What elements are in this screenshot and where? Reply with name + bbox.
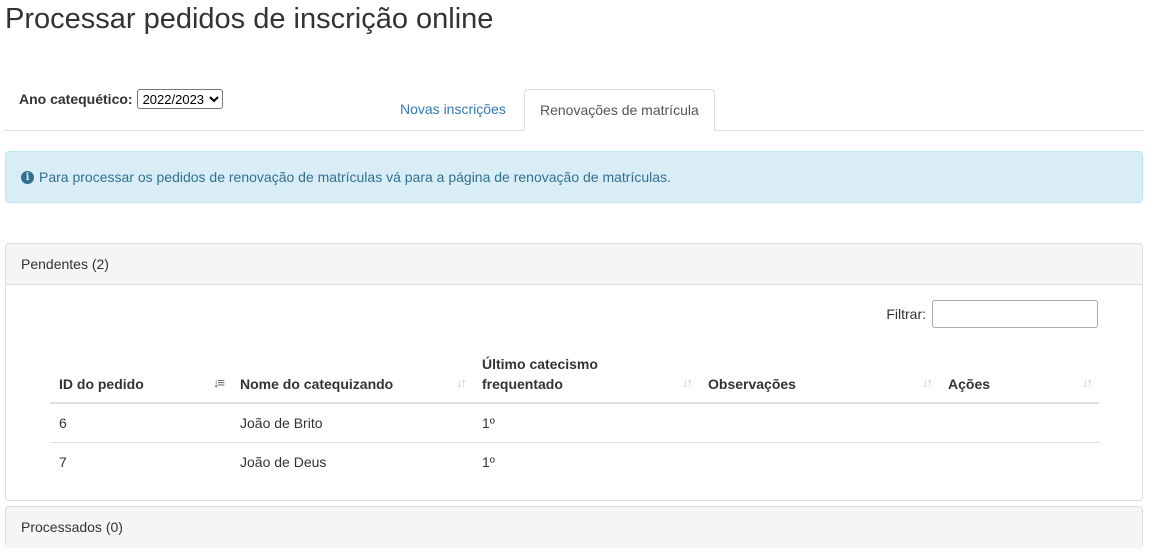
year-label: Ano catequético: [19,91,133,107]
processed-panel: Processados (0) [5,506,1143,548]
table-header-row: ID do pedido ↓≡ Nome do catequizando ↓↑ Úl… [50,346,1099,404]
pending-panel-heading[interactable]: Pendentes (2) [6,244,1142,285]
cell-id: 7 [50,442,231,481]
page-title: Processar pedidos de inscrição online [5,3,494,35]
cell-catechism: 1º [473,442,699,481]
column-header-id[interactable]: ID do pedido ↓≡ [50,346,231,404]
cell-notes [699,442,939,481]
table-row: 6 João de Brito 1º [50,403,1099,443]
sort-asc-icon: ↓≡ [212,375,225,390]
info-circle-icon: i [21,170,34,184]
sort-icon: ↓↑ [456,375,467,390]
cell-catechism: 1º [482,415,495,431]
tab-new-enrollments[interactable]: Novas inscrições [385,89,522,130]
cell-notes [699,403,939,443]
column-header-actions[interactable]: Ações ↓↑ [939,346,1099,404]
sort-icon: ↓↑ [922,375,933,390]
alert-text: Para processar os pedidos de renovação d… [39,169,671,185]
sort-icon: ↓↑ [682,375,693,390]
cell-name: João de Deus [231,442,473,481]
processed-panel-heading[interactable]: Processados (0) [6,507,1142,548]
column-header-catechism[interactable]: Último catecismo frequentado ↓↑ [473,346,699,404]
pending-table: ID do pedido ↓≡ Nome do catequizando ↓↑ Úl… [50,346,1099,481]
cell-actions [939,442,1099,481]
sort-icon: ↓↑ [1082,375,1093,390]
year-select[interactable]: 2022/2023 [136,89,223,109]
filter-group: Filtrar: [886,300,1098,328]
filter-label: Filtrar: [886,306,926,322]
filter-input[interactable] [932,300,1098,328]
info-alert: i Para processar os pedidos de renovação… [5,151,1143,203]
column-header-notes[interactable]: Observações ↓↑ [699,346,939,404]
table-row: 7 João de Deus 1º [50,442,1099,481]
tab-enrollment-renewals[interactable]: Renovações de matrícula [524,89,715,131]
cell-id: 6 [59,415,67,431]
pending-panel: Pendentes (2) Filtrar: ID do pedido ↓≡ No… [5,243,1143,501]
cell-actions [939,403,1099,443]
cell-name: João de Brito [240,415,323,431]
column-header-name[interactable]: Nome do catequizando ↓↑ [231,346,473,404]
year-selector-row: Ano catequético: 2022/2023 [19,89,223,109]
